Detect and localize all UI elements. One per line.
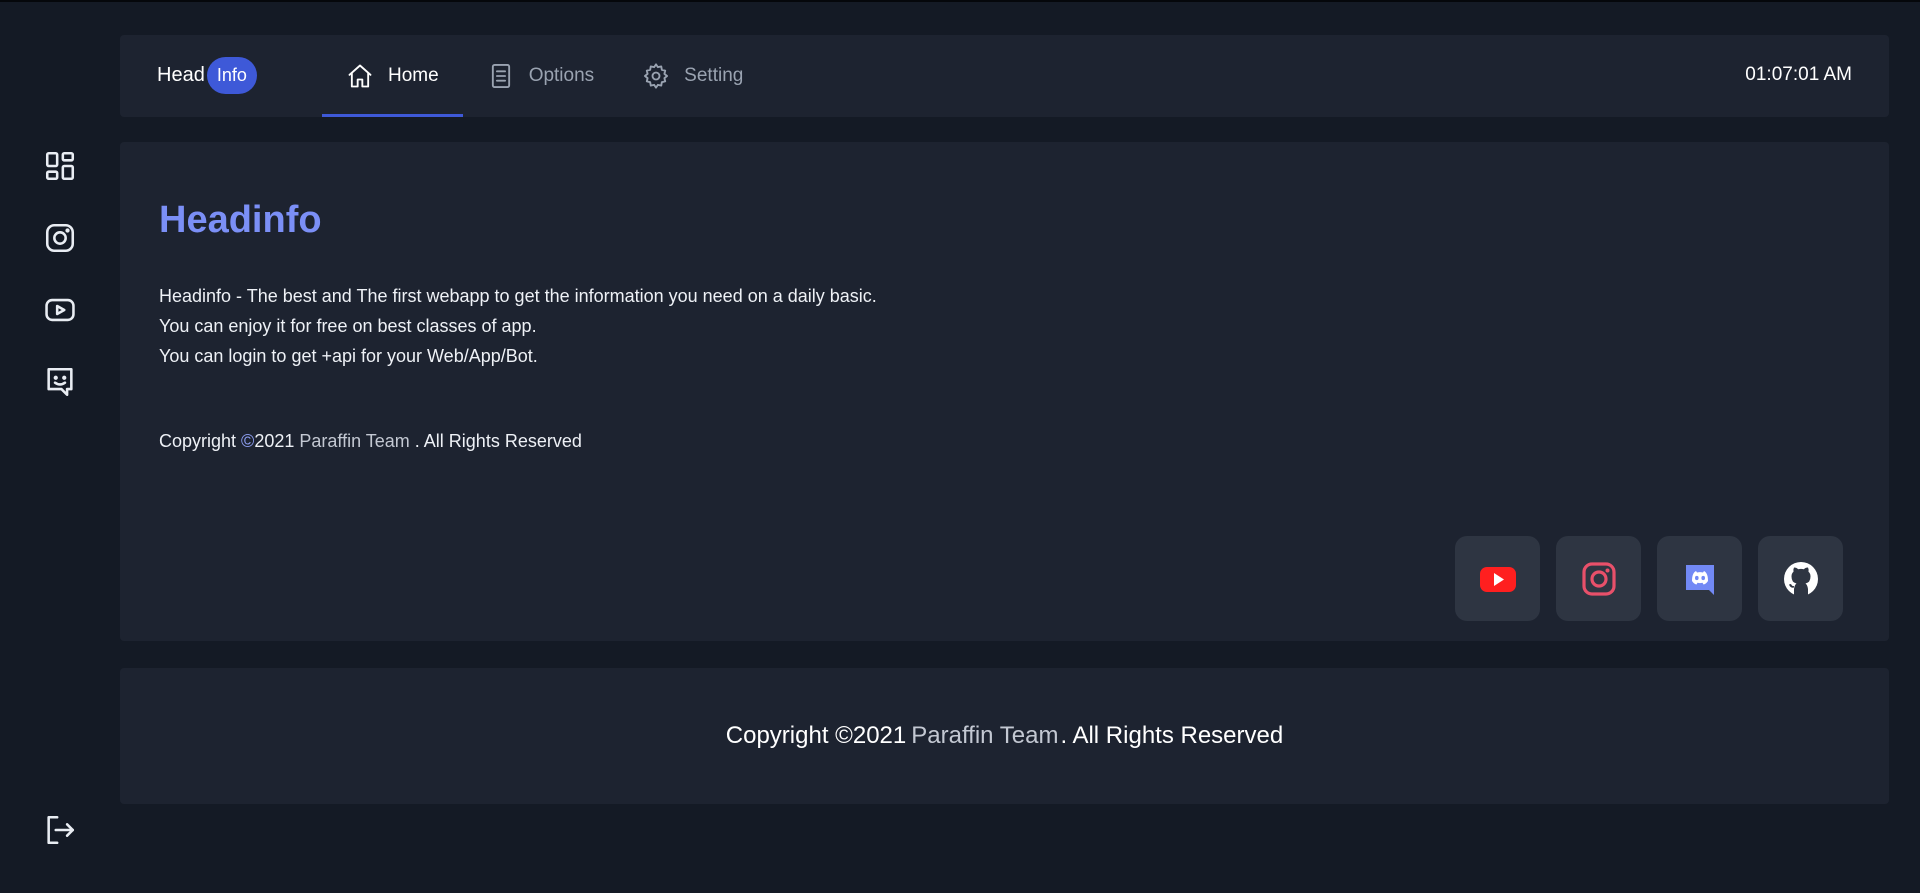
copyright-suffix: . All Rights Reserved (409, 431, 582, 451)
top-header: Head Info Home Options Setting 01:07:01 … (120, 35, 1889, 117)
sidebar-item-chat[interactable] (40, 362, 80, 402)
footer-rights: . All Rights Reserved (1060, 722, 1284, 749)
instagram-button[interactable] (1556, 536, 1641, 621)
logout-icon (47, 815, 75, 845)
youtube-icon (1479, 566, 1516, 592)
github-icon (1783, 561, 1818, 596)
instagram-icon (45, 223, 75, 253)
main-card: Headinfo Headinfo - The best and The fir… (120, 142, 1889, 641)
youtube-icon (45, 298, 75, 322)
brand-logo[interactable]: Head Info (157, 57, 257, 94)
document-icon (491, 63, 510, 89)
description-line: Headinfo - The best and The first webapp… (159, 286, 877, 306)
tab-setting-label: Setting (684, 65, 744, 86)
tab-options-label: Options (528, 65, 595, 86)
discord-icon (1685, 564, 1714, 595)
discord-button[interactable] (1657, 536, 1742, 621)
page-title: Headinfo (159, 199, 322, 241)
copyright-prefix: Copyright (159, 431, 242, 451)
footer: Copyright ©2021 Paraffin Team. All Rights… (120, 668, 1889, 804)
instagram-icon (1581, 561, 1616, 596)
footer-team-link[interactable]: Paraffin Team (911, 722, 1058, 750)
home-icon (348, 64, 372, 88)
tab-home-label: Home (388, 65, 439, 86)
description: Headinfo - The best and The first webapp… (159, 281, 877, 371)
sidebar-item-dashboard[interactable] (40, 146, 80, 186)
tab-setting[interactable]: Setting (618, 35, 767, 117)
logout-button[interactable] (40, 810, 80, 850)
tab-home[interactable]: Home (322, 35, 463, 117)
brand-head: Head (157, 64, 205, 86)
clock-time: 01:07:01 AM (1745, 64, 1852, 85)
sidebar-item-youtube[interactable] (40, 290, 80, 330)
copyright-year: 2021 (254, 431, 295, 451)
main-nav: Home Options Setting (322, 35, 767, 117)
sidebar-item-instagram[interactable] (40, 218, 80, 258)
social-links (1455, 536, 1843, 621)
chat-bot-icon (47, 367, 73, 397)
top-border (0, 0, 1920, 2)
description-line: You can enjoy it for free on best classe… (159, 316, 537, 336)
dashboard-icon (45, 151, 75, 181)
tab-options[interactable]: Options (463, 35, 618, 117)
description-line: You can login to get +api for your Web/A… (159, 346, 538, 366)
team-link[interactable]: Paraffin Team (299, 431, 409, 451)
github-button[interactable] (1758, 536, 1843, 621)
youtube-button[interactable] (1455, 536, 1540, 621)
card-copyright: Copyright ©2021 Paraffin Team . All Righ… (159, 431, 582, 452)
sidebar (0, 0, 120, 893)
footer-copyright: Copyright ©2021 (725, 722, 907, 749)
gear-icon (644, 63, 669, 89)
brand-badge: Info (206, 57, 257, 94)
copyright-symbol: © (241, 431, 255, 451)
